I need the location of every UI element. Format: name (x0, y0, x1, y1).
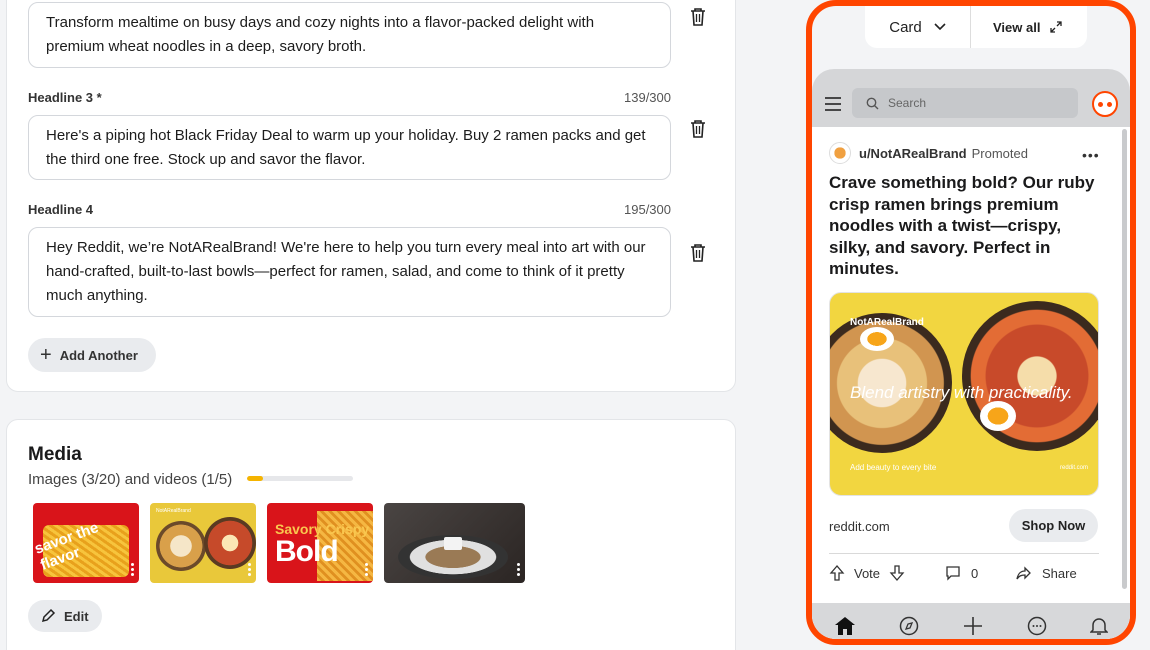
share-label: Share (1042, 565, 1077, 581)
comment-count: 0 (971, 565, 979, 581)
ad-image-brand: NotARealBrand (850, 317, 924, 328)
ad-image-tagline: Blend artistry with practicality. (850, 383, 1073, 402)
scrollbar[interactable] (1122, 129, 1127, 589)
reddit-header: Search (812, 69, 1130, 127)
compass-icon[interactable] (899, 616, 919, 636)
edit-label: Edit (64, 608, 89, 624)
bell-icon[interactable] (1090, 616, 1109, 636)
search-placeholder: Search (888, 96, 927, 110)
promoted-label: Promoted (971, 145, 1028, 161)
chevron-down-icon (934, 23, 946, 31)
search-input[interactable]: Search (852, 88, 1078, 118)
ad-domain[interactable]: reddit.com (829, 519, 890, 534)
thumb-3-big: Bold (275, 535, 339, 568)
media-progress-fill (247, 476, 263, 481)
headline-3-counter: 139/300 (624, 90, 671, 105)
ad-image-small: Add beauty to every bite (850, 463, 937, 472)
headline-4-counter: 195/300 (624, 202, 671, 217)
more-options-icon[interactable] (248, 563, 252, 577)
divider (829, 553, 1099, 554)
media-title: Media (28, 444, 82, 465)
ad-preview-frame: Card View all Search u/NotARealBrand Pro… (806, 0, 1136, 645)
headline-4-input[interactable]: Hey Reddit, we’re NotARealBrand! We're h… (28, 227, 671, 317)
thumb-brand: NotARealBrand (156, 508, 191, 514)
ad-image[interactable]: NotARealBrand Blend artistry with practi… (829, 292, 1099, 496)
home-icon[interactable] (834, 616, 856, 636)
post-meta: u/NotARealBrand Promoted (829, 142, 1028, 164)
comment-icon (946, 566, 960, 581)
expand-icon (1050, 21, 1063, 33)
headline-4-label: Headline 4 (28, 202, 94, 217)
preview-toolbar: Card View all (865, 6, 1087, 48)
brand-avatar (829, 142, 851, 164)
trash-icon[interactable] (689, 119, 707, 139)
media-count: Images (3/20) and videos (1/5) (28, 471, 233, 488)
share-button[interactable]: Share (1016, 565, 1077, 581)
media-thumbnail[interactable]: NotARealBrand (150, 503, 256, 583)
post-headline: Crave something bold? Our ruby crisp ram… (829, 173, 1095, 278)
headline-3-label: Headline 3 * (28, 90, 102, 105)
headlines-panel: Transform mealtime on busy days and cozy… (6, 0, 736, 392)
chat-icon[interactable] (1027, 616, 1047, 636)
more-options-icon[interactable] (131, 563, 135, 577)
upvote-icon[interactable] (829, 565, 845, 581)
video-thumbnail[interactable] (384, 503, 525, 583)
media-progress-bar (247, 476, 353, 481)
view-all-button[interactable]: View all (971, 6, 1063, 48)
bottom-tab-bar (812, 603, 1130, 639)
headline-3-input[interactable]: Here's a piping hot Black Friday Deal to… (28, 115, 671, 180)
format-label: Card (889, 18, 922, 36)
plus-icon: + (40, 344, 52, 366)
format-dropdown[interactable]: Card (865, 6, 971, 48)
phone-screen: Search u/NotARealBrand Promoted ••• Crav… (812, 69, 1130, 639)
ad-image-corner: reddit.com (1059, 465, 1088, 471)
comments-button[interactable]: 0 (945, 565, 978, 581)
media-thumbnail[interactable]: savor the flavor (33, 503, 139, 583)
headline-2-input[interactable]: Transform mealtime on busy days and cozy… (28, 2, 671, 68)
headline-4-text: Hey Reddit, we’re NotARealBrand! We're h… (46, 239, 646, 304)
more-options-icon[interactable] (517, 563, 521, 577)
username[interactable]: u/NotARealBrand (859, 146, 967, 161)
search-icon (866, 97, 879, 109)
add-another-button[interactable]: + Add Another (28, 338, 156, 372)
vote-label: Vote (854, 565, 881, 581)
menu-icon[interactable] (824, 97, 842, 111)
share-icon (1016, 566, 1031, 580)
trash-icon[interactable] (689, 7, 707, 27)
media-panel: Media Images (3/20) and videos (1/5) sav… (6, 419, 736, 650)
plus-icon[interactable] (963, 616, 983, 636)
pencil-icon (41, 608, 56, 623)
video-icon (444, 537, 462, 550)
downvote-icon[interactable] (889, 565, 905, 581)
reddit-snoo-icon[interactable] (1092, 91, 1118, 117)
more-options-icon[interactable]: ••• (1082, 147, 1100, 163)
shop-now-button[interactable]: Shop Now (1009, 509, 1098, 542)
vote-controls: Vote (829, 565, 905, 581)
media-thumbnail[interactable]: Savory Crispy Bold (267, 503, 373, 583)
headline-2-text: Transform mealtime on busy days and cozy… (46, 14, 595, 55)
trash-icon[interactable] (689, 243, 707, 263)
view-all-label: View all (993, 19, 1041, 35)
edit-media-button[interactable]: Edit (28, 600, 102, 632)
add-another-label: Add Another (59, 347, 138, 363)
more-options-icon[interactable] (365, 563, 369, 577)
headline-3-text: Here's a piping hot Black Friday Deal to… (46, 126, 646, 168)
